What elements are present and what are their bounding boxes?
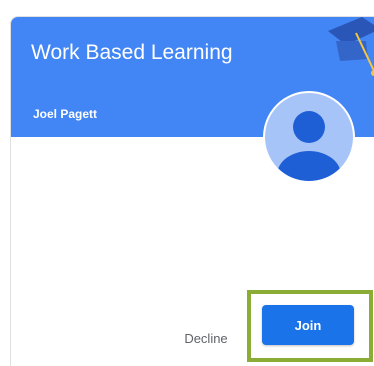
graduation-cap-icon	[328, 17, 374, 76]
decline-button[interactable]: Decline	[171, 323, 241, 353]
class-title[interactable]: Work Based Learning	[31, 41, 233, 65]
join-button[interactable]: Join	[262, 305, 354, 345]
teacher-avatar	[263, 91, 355, 183]
page: Work Based Learning Joel Pagett Decline …	[0, 0, 374, 366]
teacher-name: Joel Pagett	[33, 107, 98, 121]
person-icon	[277, 111, 341, 181]
